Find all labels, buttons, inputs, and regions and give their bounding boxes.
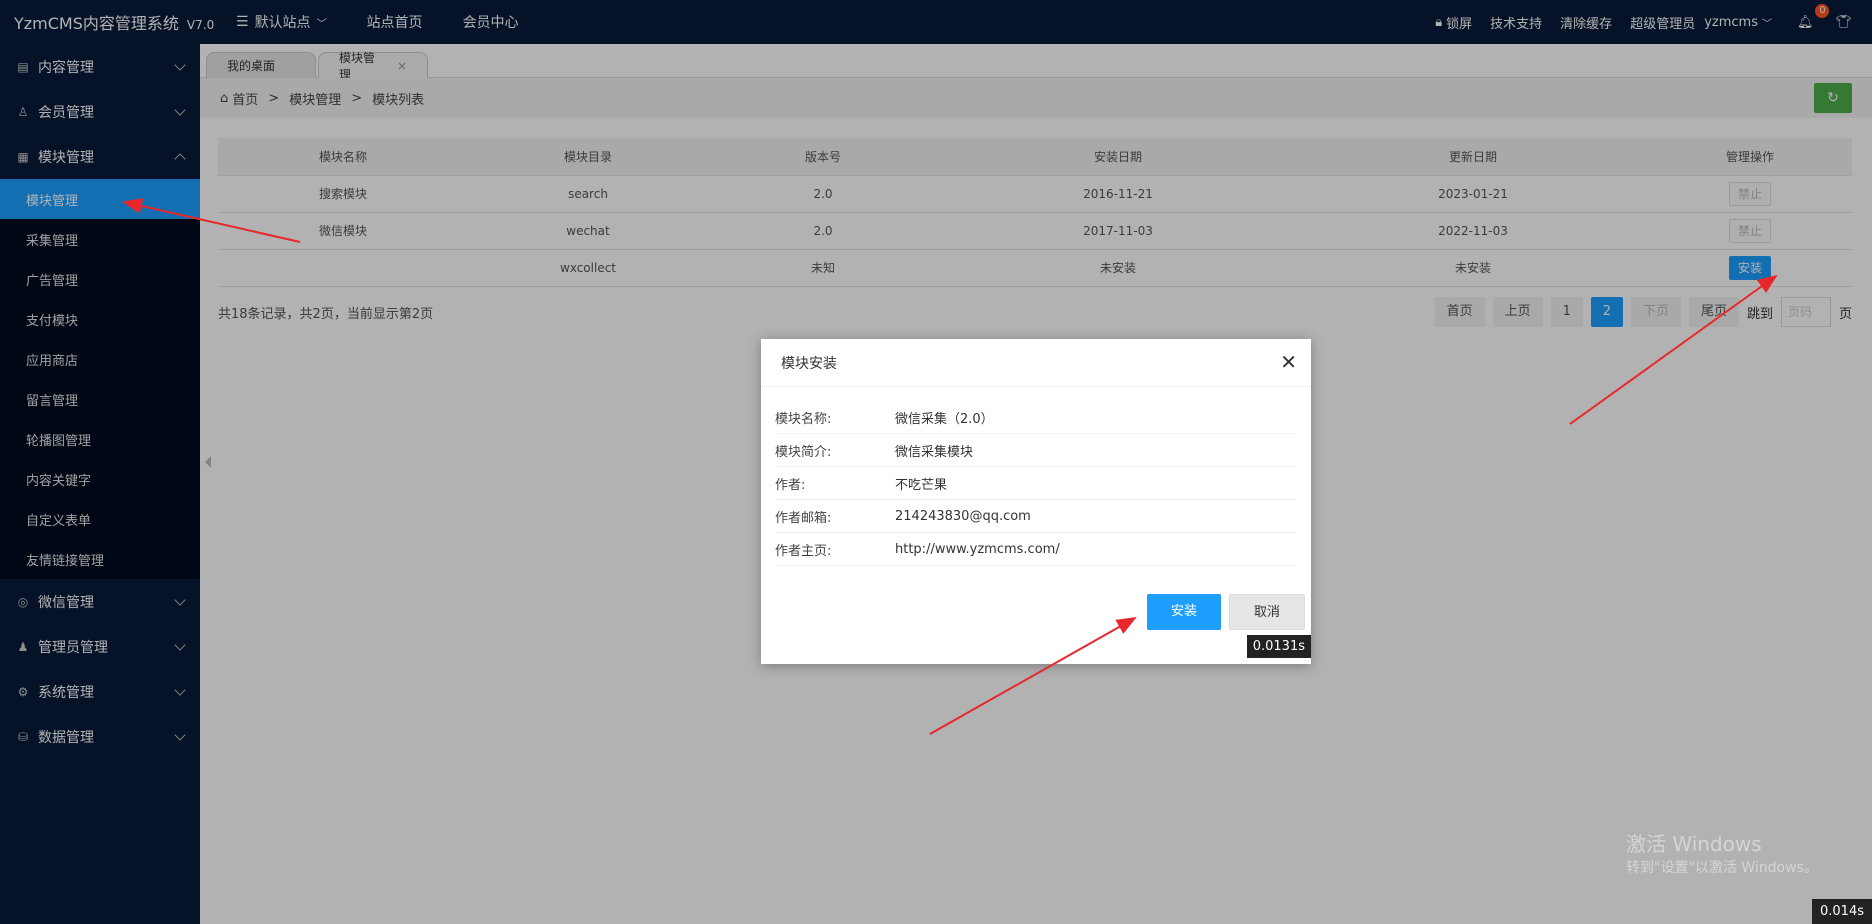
modal-cancel-button[interactable]: 取消 — [1229, 594, 1306, 630]
install-modal: 模块安装 ✕ 模块名称: 微信采集（2.0） 模块简介: 微信采集模块 作者: 不吃芒… — [761, 339, 1311, 664]
page-timer: 0.014s — [1812, 899, 1872, 924]
watermark-line2: 转到"设置"以激活 Windows。 — [1626, 860, 1818, 876]
info-row: 模块简介: 微信采集模块 — [775, 434, 1297, 467]
modal-install-button[interactable]: 安装 — [1147, 594, 1222, 630]
windows-watermark: 激活 Windows 转到"设置"以激活 Windows。 — [1626, 832, 1818, 880]
info-row: 作者主页: http://www.yzmcms.com/ — [775, 533, 1297, 566]
info-row: 作者邮箱: 214243830@qq.com — [775, 500, 1297, 533]
close-icon[interactable]: ✕ — [1280, 352, 1297, 372]
info-key: 模块简介: — [775, 444, 832, 460]
info-row: 作者: 不吃芒果 — [775, 467, 1297, 500]
watermark-line1: 激活 Windows — [1626, 832, 1762, 856]
info-value: 214243830@qq.com — [895, 508, 1031, 524]
info-key: 作者: — [775, 477, 806, 493]
modal-timer: 0.0131s — [1246, 635, 1311, 658]
modal-title: 模块安装 — [781, 355, 837, 372]
modal-header: 模块安装 ✕ — [761, 339, 1311, 387]
info-row: 模块名称: 微信采集（2.0） — [775, 401, 1297, 434]
info-value: 微信采集模块 — [895, 444, 974, 460]
module-info: 模块名称: 微信采集（2.0） 模块简介: 微信采集模块 作者: 不吃芒果 作者邮箱:… — [775, 401, 1297, 566]
info-key: 作者邮箱: — [775, 510, 832, 526]
info-value: 不吃芒果 — [895, 477, 948, 493]
info-key: 作者主页: — [775, 543, 832, 559]
info-value: http://www.yzmcms.com/ — [895, 541, 1060, 557]
info-value: 微信采集（2.0） — [895, 411, 994, 427]
info-key: 模块名称: — [775, 411, 832, 427]
